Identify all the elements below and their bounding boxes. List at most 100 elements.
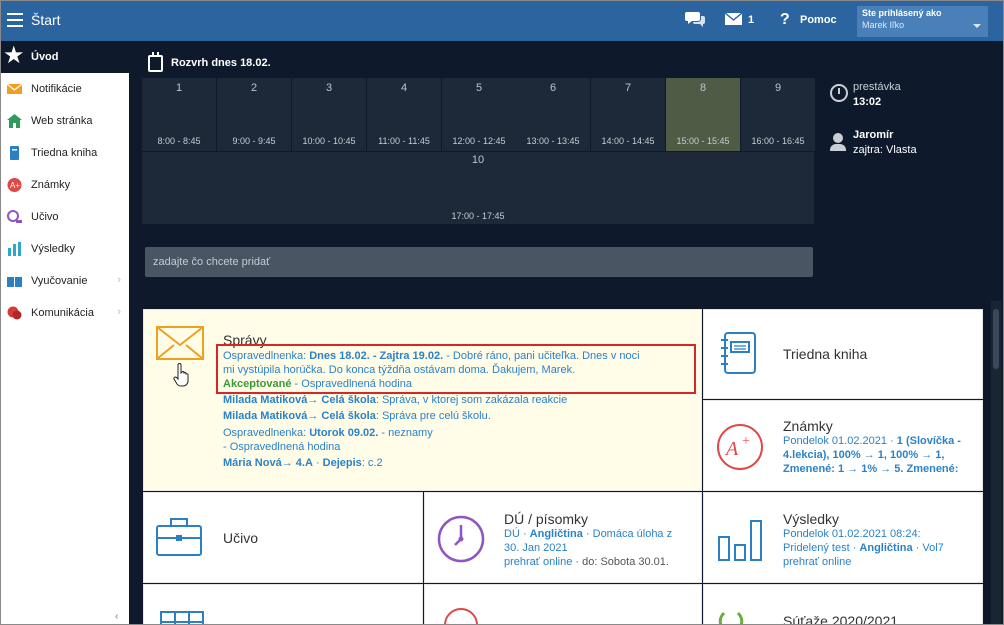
result-entry[interactable]: Pondelok 01.02.2021 08:24: Pridelený tes… bbox=[783, 527, 944, 569]
sidebar-item-label: Web stránka bbox=[31, 115, 93, 127]
lesson-number: 7 bbox=[624, 82, 632, 94]
page-scrollbar[interactable] bbox=[991, 301, 1001, 624]
user-name: Marek Iľko bbox=[862, 20, 905, 30]
sidebar-item-komunikacia[interactable]: Komunikácia › bbox=[1, 297, 129, 329]
notebook-icon bbox=[721, 332, 756, 374]
sidebar-item-vyucovanie[interactable]: Vyučovanie › bbox=[1, 265, 129, 297]
grade-entry[interactable]: Pondelok 01.02.2021 · 1 (Slovíčka - 4.le… bbox=[783, 434, 961, 476]
sidebar-item-ucivo[interactable]: Učivo bbox=[1, 201, 129, 233]
lesson-number: 6 bbox=[549, 82, 557, 94]
table-grid-icon bbox=[160, 611, 204, 624]
lesson-time: 10:00 - 10:45 bbox=[302, 136, 356, 146]
play-online-link[interactable]: prehrať online bbox=[783, 556, 851, 568]
arrow-icon: → bbox=[281, 457, 293, 469]
homework-type: DÚ · bbox=[504, 528, 530, 540]
results-tile[interactable]: Výsledky Pondelok 01.02.2021 08:24: Prid… bbox=[703, 492, 983, 583]
person-icon bbox=[444, 608, 478, 624]
home-icon bbox=[7, 114, 22, 128]
sidebar-item-notifikacie[interactable]: Notifikácie bbox=[1, 73, 129, 105]
lesson-cell[interactable]: 5 12:00 - 12:45 bbox=[442, 78, 516, 151]
learning-icon bbox=[7, 210, 22, 223]
sidebar-item-label: Triedna kniha bbox=[31, 147, 98, 159]
break-label: prestávka bbox=[853, 81, 901, 93]
grade-icon: A+ bbox=[7, 178, 22, 192]
chevron-down-icon bbox=[973, 24, 981, 28]
lesson-time: 11:00 - 11:45 bbox=[378, 136, 430, 146]
mail-icon[interactable] bbox=[725, 13, 742, 25]
lesson-number: 2 bbox=[250, 82, 258, 94]
lesson-cell[interactable]: 6 13:00 - 13:45 bbox=[516, 78, 590, 151]
message-line[interactable]: Ospravedlnenka: Utorok 09.02. - neznamy bbox=[223, 427, 433, 439]
messages-tile[interactable]: Správy Ospravedlnenka: Dnes 18.02. - Zaj… bbox=[143, 309, 702, 491]
sidebar-item-label: Úvod bbox=[31, 51, 59, 63]
message-line[interactable]: Mária Nová→ 4.A · Dejepis: c.2 bbox=[223, 457, 383, 469]
scrollbar-thumb[interactable] bbox=[993, 309, 999, 369]
lesson-cell-current[interactable]: 8 15:00 - 15:45 bbox=[666, 78, 740, 151]
play-online-link[interactable]: prehrať online bbox=[504, 556, 572, 568]
chevron-right-icon: › bbox=[117, 306, 121, 318]
message-type: Ospravedlnenka: bbox=[223, 427, 310, 439]
grade-value: 4.lekcia), 100% → 1, 100% → 1, bbox=[783, 449, 945, 461]
tile-title: Učivo bbox=[223, 530, 259, 546]
grade-value: 1 (Slovíčka - bbox=[896, 435, 961, 447]
sidebar-item-label: Známky bbox=[31, 179, 71, 191]
lesson-cell[interactable]: 3 10:00 - 10:45 bbox=[292, 78, 366, 151]
homework-date: 30. Jan 2021 bbox=[504, 542, 568, 554]
curriculum-tile[interactable]: Učivo bbox=[143, 492, 423, 583]
result-type: Pridelený test · bbox=[783, 542, 860, 554]
timetable-tile[interactable] bbox=[143, 584, 423, 624]
homework-entry[interactable]: DÚ · Angličtina · Domáca úloha z 30. Jan… bbox=[504, 527, 672, 569]
message-text: - neznamy bbox=[378, 427, 433, 439]
lesson-cell[interactable]: 4 11:00 - 11:45 bbox=[367, 78, 441, 151]
message-recipient: 4.A bbox=[295, 457, 313, 469]
teacher-icon bbox=[830, 133, 846, 151]
sidebar-item-znamky[interactable]: A+ Známky bbox=[1, 169, 129, 201]
help-icon[interactable]: ? bbox=[780, 11, 790, 29]
sidebar-item-vysledky[interactable]: Výsledky bbox=[1, 233, 129, 265]
bar-chart-icon bbox=[718, 520, 762, 561]
message-line[interactable]: Milada Matiková→ Celá škola: Správa pre … bbox=[223, 410, 491, 422]
sidebar-item-uvod[interactable]: ★ Úvod bbox=[1, 41, 129, 73]
tile-title: DÚ / písomky bbox=[504, 511, 589, 527]
sidebar-item-label: Komunikácia bbox=[31, 307, 94, 319]
grades-tile[interactable]: A + Známky Pondelok 01.02.2021 · 1 (Slov… bbox=[703, 400, 983, 491]
break-time: 13:02 bbox=[853, 96, 882, 108]
sidebar-item-web-stranka[interactable]: Web stránka bbox=[1, 105, 129, 137]
profile-tile[interactable] bbox=[424, 584, 702, 624]
message-line[interactable]: - Ospravedlnená hodina bbox=[223, 441, 340, 453]
lesson-cell[interactable]: 2 9:00 - 9:45 bbox=[217, 78, 291, 151]
sidebar-item-label: Učivo bbox=[31, 211, 59, 223]
message-sender: Mária Nová bbox=[223, 457, 282, 469]
calendar-icon bbox=[148, 52, 163, 72]
help-link[interactable]: Pomoc bbox=[800, 14, 837, 26]
collapse-sidebar-icon[interactable]: ‹ bbox=[115, 611, 118, 622]
page-title: Štart bbox=[31, 12, 61, 28]
hamburger-menu-icon[interactable] bbox=[7, 13, 23, 27]
arrow-icon: → bbox=[307, 394, 319, 406]
star-icon: ★ bbox=[3, 42, 25, 69]
message-line[interactable]: Milada Matiková→ Celá škola: Správa, v k… bbox=[223, 394, 567, 406]
message-recipient: Celá škola bbox=[321, 410, 376, 422]
grade-date: Pondelok 01.02.2021 · bbox=[783, 435, 897, 447]
class-book-tile[interactable]: Triedna kniha bbox=[703, 309, 983, 399]
chevron-right-icon: › bbox=[117, 274, 121, 286]
sidebar-item-triedna-kniha[interactable]: Triedna kniha bbox=[1, 137, 129, 169]
highlight-box bbox=[216, 344, 696, 394]
add-item-input[interactable] bbox=[145, 247, 813, 277]
lesson-cell[interactable]: 9 16:00 - 16:45 bbox=[741, 78, 815, 151]
lesson-cell[interactable]: 1 8:00 - 8:45 bbox=[142, 78, 216, 151]
lesson-time: 17:00 - 17:45 bbox=[451, 211, 505, 221]
teacher-name: Jaromír bbox=[853, 129, 894, 141]
user-menu[interactable]: Ste prihlásený ako Marek Iľko bbox=[857, 6, 988, 37]
chat-bubbles-icon[interactable] bbox=[685, 10, 705, 28]
lesson-cell[interactable]: 7 14:00 - 14:45 bbox=[591, 78, 665, 151]
grade-value: Zmenené: 1 → 1% → 5. Zmenené: bbox=[783, 463, 959, 475]
lesson-time: 9:00 - 9:45 bbox=[232, 136, 276, 146]
schedule-title: Rozvrh dnes 18.02. bbox=[171, 57, 271, 69]
competitions-tile[interactable]: Súťaže 2020/2021 bbox=[703, 584, 983, 624]
clock-icon bbox=[437, 515, 485, 563]
homework-deadline: · do: Sobota 30.01. bbox=[572, 556, 669, 568]
app-window: Štart 1 ? Pomoc Ste prihlásený ako Marek… bbox=[0, 0, 1004, 625]
lesson-cell[interactable]: 10 17:00 - 17:45 bbox=[142, 152, 814, 224]
homework-tile[interactable]: DÚ / písomky DÚ · Angličtina · Domáca úl… bbox=[424, 492, 702, 583]
